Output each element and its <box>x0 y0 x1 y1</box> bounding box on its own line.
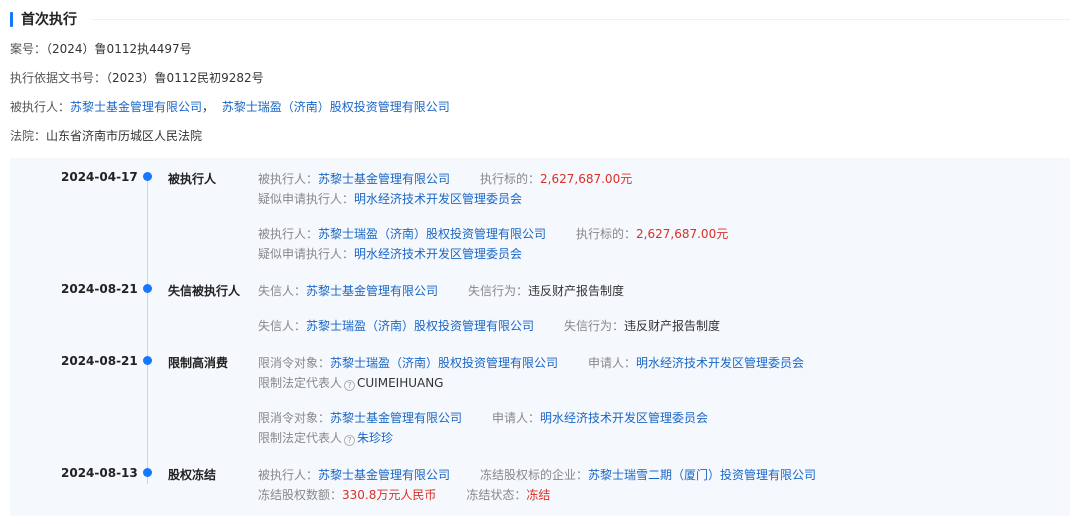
field-label: 限制法定代表人 <box>258 376 343 390</box>
field-label: 冻结股权数额： <box>258 488 343 502</box>
timeline-axis <box>147 176 148 484</box>
company-link[interactable]: 苏黎士瑞盈（济南）股权投资管理有限公司 <box>306 319 534 333</box>
field-label: 限消令对象： <box>258 356 331 370</box>
company-link[interactable]: 苏黎士基金管理有限公司 <box>318 468 450 482</box>
timeline-entry-line: 限消令对象：苏黎士瑞盈（济南）股权投资管理有限公司 申请人：明水经济技术开发区管理… <box>258 354 804 371</box>
field-label: 被执行人： <box>258 172 319 186</box>
timeline-date: 2024-08-13 <box>61 466 138 480</box>
field-label: 疑似申请执行人： <box>258 192 355 206</box>
court-row: 法院：山东省济南市历城区人民法院 <box>10 127 202 144</box>
timeline-entry-line: 冻结股权数额：330.8万元人民币 冻结状态：冻结 <box>258 486 550 503</box>
timeline-event-type: 被执行人 <box>168 172 217 186</box>
executed-party-label: 被执行人： <box>10 100 71 114</box>
case-number-label: 案号： <box>10 42 47 56</box>
timeline-dot <box>143 172 152 181</box>
frozen-status-value: 冻结 <box>526 488 551 502</box>
section-header: 首次执行 <box>10 8 1070 30</box>
basis-document-label: 执行依据文书号： <box>10 71 107 85</box>
section-accent-bar <box>10 11 13 27</box>
company-link[interactable]: 苏黎士瑞盈（济南）股权投资管理有限公司 <box>318 227 546 241</box>
field-label: 疑似申请执行人： <box>258 247 355 261</box>
executed-party-link-2[interactable]: 苏黎士瑞盈（济南）股权投资管理有限公司 <box>222 100 450 114</box>
timeline-event-type: 股权冻结 <box>168 468 217 482</box>
timeline-dot <box>143 468 152 477</box>
court-value: 山东省济南市历城区人民法院 <box>46 129 203 143</box>
frozen-amount-value: 330.8万元人民币 <box>342 488 437 502</box>
applicant-link[interactable]: 明水经济技术开发区管理委员会 <box>540 411 708 425</box>
field-label: 执行标的： <box>480 172 541 186</box>
field-label: 冻结状态： <box>466 488 527 502</box>
timeline-entry-line: 限消令对象：苏黎士基金管理有限公司 申请人：明水经济技术开发区管理委员会 <box>258 409 708 426</box>
section-title: 首次执行 <box>21 12 77 28</box>
case-number-value: （2024）鲁0112执4497号 <box>46 42 192 56</box>
field-label: 失信人： <box>258 284 307 298</box>
field-label: 被执行人： <box>258 227 319 241</box>
executed-party-link-1[interactable]: 苏黎士基金管理有限公司 <box>70 100 202 114</box>
timeline-date: 2024-04-17 <box>61 170 138 184</box>
timeline-entry-line: 被执行人：苏黎士基金管理有限公司 冻结股权标的企业：苏黎士瑞雪二期（厦门）投资管理… <box>258 466 816 483</box>
company-link[interactable]: 苏黎士基金管理有限公司 <box>318 172 450 186</box>
field-label: 失信行为： <box>468 284 529 298</box>
company-link[interactable]: 苏黎士基金管理有限公司 <box>306 284 438 298</box>
timeline-entry-line: 被执行人：苏黎士瑞盈（济南）股权投资管理有限公司 执行标的：2,627,687.0… <box>258 225 728 242</box>
field-label: 申请人： <box>588 356 637 370</box>
timeline-entry-line: 疑似申请执行人：明水经济技术开发区管理委员会 <box>258 190 522 207</box>
field-label: 申请人： <box>492 411 541 425</box>
question-circle-icon[interactable]: ? <box>344 380 356 391</box>
field-label: 失信人： <box>258 319 307 333</box>
basis-document-value: （2023）鲁0112民初9282号 <box>106 71 264 85</box>
dishonest-behavior-value: 违反财产报告制度 <box>528 284 625 298</box>
timeline-event-type: 失信被执行人 <box>168 284 241 298</box>
field-label: 失信行为： <box>564 319 625 333</box>
field-label: 被执行人： <box>258 468 319 482</box>
amount-value: 2,627,687.00元 <box>540 172 633 186</box>
company-link[interactable]: 苏黎士瑞盈（济南）股权投资管理有限公司 <box>330 356 558 370</box>
field-label: 限制法定代表人 <box>258 431 343 445</box>
timeline-entry-line: 疑似申请执行人：明水经济技术开发区管理委员会 <box>258 245 522 262</box>
timeline-entry-line: 被执行人：苏黎士基金管理有限公司 执行标的：2,627,687.00元 <box>258 170 632 187</box>
timeline-entry-line: 限制法定代表人? CUIMEIHUANG <box>258 374 443 391</box>
basis-document-row: 执行依据文书号：（2023）鲁0112民初9282号 <box>10 69 264 86</box>
legal-rep-value: CUIMEIHUANG <box>357 376 444 390</box>
legal-rep-link[interactable]: 朱珍珍 <box>357 431 393 445</box>
section-divider <box>93 18 1070 20</box>
timeline-dot <box>143 356 152 365</box>
timeline-entry-line: 失信人：苏黎士瑞盈（济南）股权投资管理有限公司 失信行为：违反财产报告制度 <box>258 317 720 334</box>
timeline-date: 2024-08-21 <box>61 354 138 368</box>
field-label: 限消令对象： <box>258 411 331 425</box>
frozen-company-link[interactable]: 苏黎士瑞雪二期（厦门）投资管理有限公司 <box>588 468 816 482</box>
amount-value: 2,627,687.00元 <box>636 227 729 241</box>
applicant-link[interactable]: 明水经济技术开发区管理委员会 <box>636 356 804 370</box>
field-label: 冻结股权标的企业： <box>480 468 589 482</box>
dishonest-behavior-value: 违反财产报告制度 <box>624 319 721 333</box>
field-label: 执行标的： <box>576 227 637 241</box>
executed-party-separator: ， <box>202 100 215 114</box>
timeline-event-type: 限制高消费 <box>168 356 229 370</box>
question-circle-icon[interactable]: ? <box>344 435 356 446</box>
timeline-dot <box>143 284 152 293</box>
case-number-row: 案号：（2024）鲁0112执4497号 <box>10 40 192 57</box>
applicant-link[interactable]: 明水经济技术开发区管理委员会 <box>354 192 522 206</box>
executed-party-row: 被执行人：苏黎士基金管理有限公司， 苏黎士瑞盈（济南）股权投资管理有限公司 <box>10 98 450 115</box>
timeline-entry-line: 失信人：苏黎士基金管理有限公司 失信行为：违反财产报告制度 <box>258 282 624 299</box>
timeline-entry-line: 限制法定代表人? 朱珍珍 <box>258 429 393 446</box>
applicant-link[interactable]: 明水经济技术开发区管理委员会 <box>354 247 522 261</box>
company-link[interactable]: 苏黎士基金管理有限公司 <box>330 411 462 425</box>
timeline-panel: 2024-04-17 被执行人 被执行人：苏黎士基金管理有限公司 执行标的：2,6… <box>10 158 1070 516</box>
court-label: 法院： <box>10 129 47 143</box>
timeline-date: 2024-08-21 <box>61 282 138 296</box>
